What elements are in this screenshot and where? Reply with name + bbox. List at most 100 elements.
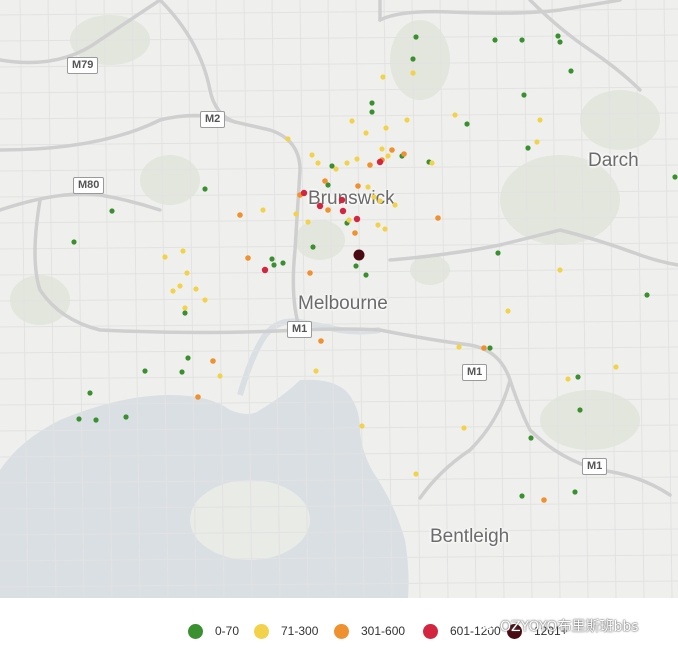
map-point[interactable]	[565, 376, 571, 382]
map-point[interactable]	[380, 74, 386, 80]
map-point[interactable]	[435, 215, 441, 221]
map-point[interactable]	[456, 344, 462, 350]
map-point[interactable]	[487, 345, 493, 351]
map-point[interactable]	[142, 368, 148, 374]
map-point[interactable]	[202, 297, 208, 303]
map-point[interactable]	[269, 256, 275, 262]
map-point[interactable]	[557, 39, 563, 45]
map-point[interactable]	[461, 425, 467, 431]
map-point[interactable]	[318, 338, 324, 344]
map-point[interactable]	[307, 270, 313, 276]
map-point[interactable]	[339, 207, 347, 215]
map-point[interactable]	[76, 416, 82, 422]
map-point[interactable]	[162, 254, 168, 260]
map-point[interactable]	[245, 255, 251, 261]
map-point[interactable]	[557, 267, 563, 273]
map-point[interactable]	[385, 153, 391, 159]
map-point[interactable]	[534, 139, 540, 145]
map-point[interactable]	[376, 158, 384, 166]
map-point[interactable]	[210, 358, 216, 364]
map-point[interactable]	[541, 497, 547, 503]
map-point[interactable]	[354, 156, 360, 162]
map-point[interactable]	[363, 130, 369, 136]
map-point[interactable]	[182, 305, 188, 311]
map-point[interactable]	[338, 196, 346, 204]
map-point[interactable]	[217, 373, 223, 379]
map-point[interactable]	[313, 368, 319, 374]
map-point[interactable]	[389, 147, 395, 153]
map-point[interactable]	[87, 390, 93, 396]
map-point[interactable]	[413, 34, 419, 40]
map-point[interactable]	[109, 208, 115, 214]
map-point[interactable]	[383, 125, 389, 131]
map-point[interactable]	[555, 33, 561, 39]
map-point[interactable]	[280, 260, 286, 266]
map-point[interactable]	[179, 369, 185, 375]
map-point[interactable]	[363, 272, 369, 278]
map-point[interactable]	[352, 230, 358, 236]
map-point[interactable]	[71, 239, 77, 245]
map-point[interactable]	[429, 160, 435, 166]
map-point[interactable]	[644, 292, 650, 298]
map-point[interactable]	[521, 92, 527, 98]
map-point[interactable]	[537, 117, 543, 123]
map-point[interactable]	[123, 414, 129, 420]
map-point[interactable]	[237, 212, 243, 218]
map-point[interactable]	[316, 202, 324, 210]
map-point[interactable]	[379, 146, 385, 152]
map-point[interactable]	[355, 183, 361, 189]
map-point[interactable]	[575, 374, 581, 380]
map-point[interactable]	[293, 211, 299, 217]
map-point[interactable]	[369, 109, 375, 115]
map-point[interactable]	[93, 417, 99, 423]
map-point[interactable]	[369, 100, 375, 106]
map-point[interactable]	[367, 162, 373, 168]
map-point[interactable]	[315, 160, 321, 166]
map-point[interactable]	[333, 166, 339, 172]
map-point[interactable]	[349, 118, 355, 124]
map-point[interactable]	[344, 160, 350, 166]
map-point[interactable]	[613, 364, 619, 370]
map-point[interactable]	[519, 37, 525, 43]
map-point[interactable]	[322, 178, 328, 184]
map-point[interactable]	[371, 194, 377, 200]
map-point[interactable]	[195, 394, 201, 400]
map-point[interactable]	[525, 145, 531, 151]
map-point[interactable]	[382, 226, 388, 232]
map-point[interactable]	[177, 283, 183, 289]
map-point[interactable]	[309, 152, 315, 158]
map-point[interactable]	[404, 117, 410, 123]
map-point[interactable]	[202, 186, 208, 192]
map-point[interactable]	[377, 198, 383, 204]
map-point[interactable]	[365, 184, 371, 190]
map-point[interactable]	[528, 435, 534, 441]
map-point[interactable]	[410, 56, 416, 62]
map-point[interactable]	[271, 262, 277, 268]
map-point[interactable]	[353, 215, 361, 223]
map-point[interactable]	[346, 217, 352, 223]
map-point[interactable]	[260, 207, 266, 213]
map-point[interactable]	[492, 37, 498, 43]
map-point[interactable]	[184, 270, 190, 276]
map-point[interactable]	[325, 207, 331, 213]
map-point[interactable]	[261, 266, 269, 274]
map-point[interactable]	[182, 310, 188, 316]
map-point[interactable]	[452, 112, 458, 118]
map-point[interactable]	[568, 68, 574, 74]
map-point[interactable]	[481, 345, 487, 351]
map-point[interactable]	[353, 263, 359, 269]
map-canvas[interactable]: Brunswick Melbourne Darch Bentleigh M79 M2 M8…	[0, 0, 678, 598]
map-point[interactable]	[392, 202, 398, 208]
map-point[interactable]	[170, 288, 176, 294]
map-point[interactable]	[310, 244, 316, 250]
map-point[interactable]	[519, 493, 525, 499]
map-point[interactable]	[359, 423, 365, 429]
map-point[interactable]	[180, 248, 186, 254]
map-point[interactable]	[505, 308, 511, 314]
map-point[interactable]	[401, 151, 407, 157]
map-point[interactable]	[495, 250, 501, 256]
map-point[interactable]	[305, 219, 311, 225]
map-point[interactable]	[413, 471, 419, 477]
map-point[interactable]	[464, 121, 470, 127]
map-point[interactable]	[193, 286, 199, 292]
